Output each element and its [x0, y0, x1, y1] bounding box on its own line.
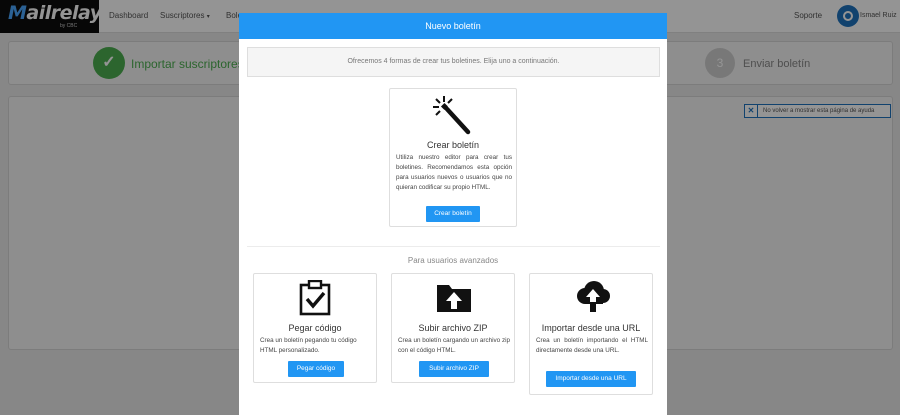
zip-card-title: Subir archivo ZIP [418, 323, 488, 333]
url-card-description: Crea un boletín importando el HTML direc… [536, 337, 648, 354]
paste-card-description: Crea un boletín pegando tu código HTML p… [260, 337, 357, 354]
paste-code-button[interactable]: Pegar código [288, 361, 344, 377]
new-newsletter-modal: Nuevo boletín Ofrecemos 4 formas de crea… [239, 13, 667, 415]
create-card-title: Crear boletín [426, 140, 480, 150]
folder-upload-icon [436, 280, 472, 319]
zip-card-description: Crea un boletín cargando un archivo zip … [398, 337, 510, 354]
create-newsletter-button[interactable]: Crear boletín [426, 206, 480, 222]
paste-card-title: Pegar código [288, 323, 342, 333]
magic-wand-icon [432, 95, 472, 142]
upload-zip-card: Subir archivo ZIP Crea un boletín cargan… [391, 273, 515, 383]
create-newsletter-card: Crear boletín Utiliza nuestro editor par… [389, 88, 517, 227]
upload-zip-button[interactable]: Subir archivo ZIP [419, 361, 489, 377]
paste-code-card: Pegar código Crea un boletín pegando tu … [253, 273, 377, 383]
advanced-users-heading: Para usuarios avanzados [407, 256, 499, 265]
create-card-description: Utiliza nuestro editor para crear tus bo… [396, 154, 512, 191]
cloud-upload-icon [574, 280, 612, 317]
import-url-button[interactable]: Importar desde una URL [546, 371, 636, 387]
clipboard-check-icon [298, 279, 332, 321]
import-url-card: Importar desde una URL Crea un boletín i… [529, 273, 653, 395]
url-card-title: Importar desde una URL [541, 323, 641, 333]
section-divider [247, 246, 660, 247]
info-message: Ofrecemos 4 formas de crear tus boletine… [247, 47, 660, 77]
modal-title: Nuevo boletín [239, 13, 667, 39]
